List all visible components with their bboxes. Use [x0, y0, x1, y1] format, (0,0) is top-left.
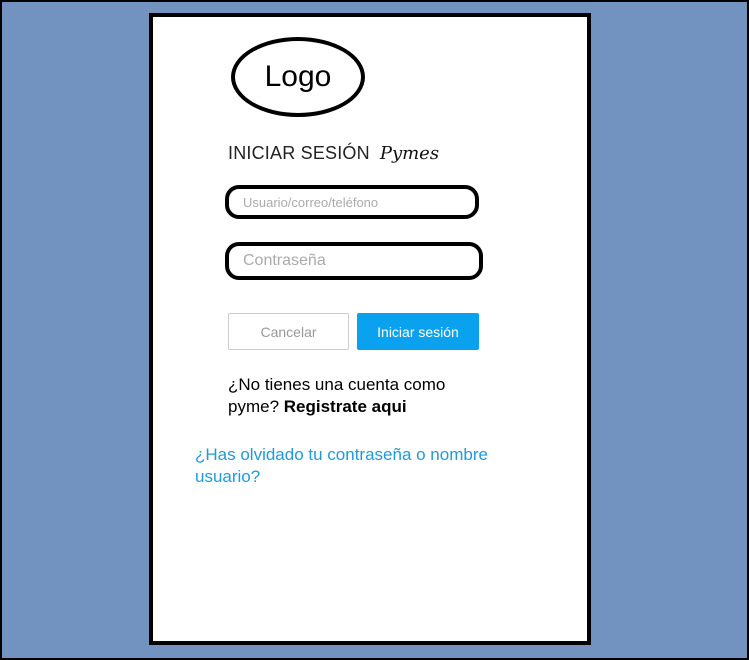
- login-button[interactable]: Iniciar sesión: [357, 313, 479, 350]
- password-field[interactable]: [225, 242, 483, 280]
- register-prompt: ¿No tienes una cuenta como pyme? Registr…: [228, 374, 478, 418]
- cancel-button[interactable]: Cancelar: [228, 313, 349, 350]
- login-card: Logo INICIAR SESIÓN Pymes Cancelar Inici…: [149, 13, 591, 645]
- register-link[interactable]: Registrate aqui: [284, 397, 407, 416]
- password-input[interactable]: [241, 251, 479, 271]
- logo: Logo: [231, 37, 365, 117]
- login-title: INICIAR SESIÓN: [228, 143, 370, 163]
- login-heading: INICIAR SESIÓN Pymes: [228, 143, 439, 164]
- username-field[interactable]: [225, 185, 479, 219]
- forgot-password-link[interactable]: ¿Has olvidado tu contraseña o nombre usu…: [195, 444, 535, 488]
- username-input[interactable]: [241, 193, 475, 211]
- brand-name: Pymes: [379, 143, 440, 164]
